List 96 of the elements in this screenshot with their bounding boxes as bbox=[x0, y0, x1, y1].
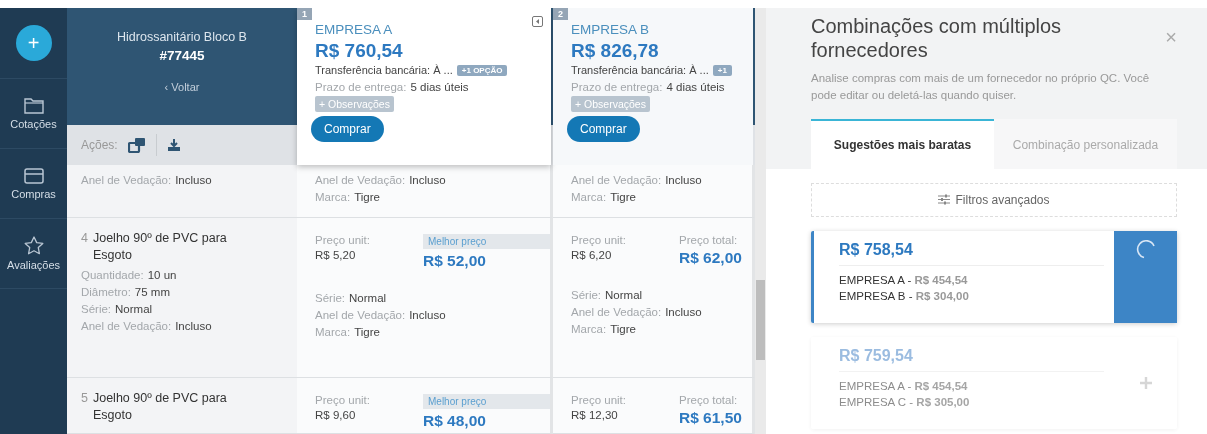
spec-value: Tigre bbox=[610, 323, 636, 335]
spec-value: Incluso bbox=[175, 319, 212, 332]
combination-card[interactable]: R$ 758,54 EMPRESA A - R$ 454,54 EMPRESA B - R$ 304,00 bbox=[811, 230, 1177, 323]
spec-value: Tigre bbox=[610, 191, 636, 203]
company-price: R$ 454,54 bbox=[914, 379, 968, 392]
total-price: R$ 52,00 bbox=[423, 252, 487, 270]
total-price: R$ 48,00 bbox=[423, 412, 487, 430]
spec-value: Normal bbox=[349, 292, 387, 304]
unit-price-label: Preço unit: bbox=[315, 394, 371, 406]
company-price: R$ 454,54 bbox=[914, 273, 968, 286]
spec-label: Marca: bbox=[571, 191, 607, 203]
star-icon bbox=[23, 236, 44, 255]
spec-value: Tigre bbox=[354, 191, 380, 203]
supplier-total: R$ 826,78 bbox=[571, 40, 660, 62]
item-number: 5 bbox=[81, 390, 88, 407]
add-button[interactable]: + bbox=[15, 25, 52, 61]
company-name: EMPRESA B - bbox=[839, 289, 913, 302]
scrollbar[interactable] bbox=[755, 8, 766, 434]
supplier-number: 1 bbox=[297, 8, 312, 20]
filter-button[interactable]: Filtros avançados bbox=[811, 182, 1177, 217]
spec-label: Série: bbox=[81, 302, 112, 315]
total-price: R$ 62,00 bbox=[679, 249, 743, 267]
delivery-label: Prazo de entrega: bbox=[571, 81, 663, 93]
spec-label: Quantidade: bbox=[81, 268, 144, 281]
supplier-number: 2 bbox=[553, 8, 568, 20]
item-name: Joelho 90º de PVC para Esgoto bbox=[92, 390, 228, 424]
copy-icon[interactable] bbox=[127, 137, 146, 153]
combination-card[interactable]: R$ 759,54 EMPRESA A - R$ 454,54 EMPRESA C - R$ 305,00 bbox=[811, 336, 1177, 429]
combination-total: R$ 759,54 bbox=[839, 346, 1104, 372]
combination-total: R$ 758,54 bbox=[839, 240, 1104, 266]
download-icon[interactable] bbox=[166, 138, 181, 152]
payment-method: Transferência bancária: À ... bbox=[571, 64, 709, 76]
company-name: EMPRESA A - bbox=[839, 273, 912, 286]
spec-value: 10 un bbox=[147, 268, 177, 281]
company-price: R$ 305,00 bbox=[916, 395, 970, 408]
spec-value: Incluso bbox=[665, 306, 702, 318]
card-icon bbox=[23, 167, 44, 184]
panel-title: Combinações com múltiplos fornecedores bbox=[811, 14, 1063, 62]
actions-label: Ações: bbox=[81, 138, 118, 152]
best-price-tag: Melhor preço bbox=[423, 234, 550, 249]
spec-label: Marca: bbox=[315, 326, 351, 338]
collapse-icon[interactable] bbox=[532, 16, 543, 27]
spec-label: Marca: bbox=[571, 323, 607, 335]
unit-price-label: Preço unit: bbox=[315, 234, 371, 246]
spec-value: Incluso bbox=[175, 174, 212, 186]
total-price-label: Preço total: bbox=[679, 394, 739, 406]
unit-price: R$ 9,60 bbox=[315, 409, 357, 421]
spec-label: Diâmetro: bbox=[81, 285, 131, 298]
delivery-value: 5 dias úteis bbox=[410, 81, 469, 93]
spec-label: Anel de Vedação: bbox=[571, 306, 662, 318]
option-tag[interactable]: +1 OPÇÃO bbox=[456, 64, 508, 76]
company-name: EMPRESA A - bbox=[839, 379, 912, 392]
spec-label: Anel de Vedação: bbox=[571, 174, 662, 186]
delivery-label: Prazo de entrega: bbox=[315, 81, 407, 93]
item-number: 4 bbox=[81, 230, 88, 247]
supplier-name: EMPRESA B bbox=[571, 22, 651, 37]
payment-method: Transferência bancária: À ... bbox=[315, 64, 453, 76]
unit-price: R$ 5,20 bbox=[315, 249, 357, 261]
folder-icon bbox=[23, 97, 44, 114]
unit-price: R$ 12,30 bbox=[571, 409, 619, 421]
spec-label: Série: bbox=[571, 289, 602, 301]
buy-button[interactable]: Comprar bbox=[311, 116, 384, 142]
buy-button[interactable]: Comprar bbox=[567, 116, 640, 142]
company-name: EMPRESA C - bbox=[839, 395, 914, 408]
unit-price-label: Preço unit: bbox=[571, 234, 627, 246]
spec-value: Incluso bbox=[665, 174, 702, 186]
spec-value: 75 mm bbox=[134, 285, 170, 298]
total-price-label: Preço total: bbox=[679, 234, 739, 246]
company-price: R$ 304,00 bbox=[915, 289, 969, 302]
spec-label: Marca: bbox=[315, 191, 351, 203]
spec-value: Normal bbox=[115, 302, 153, 315]
quote-number: #77445 bbox=[159, 48, 205, 63]
spec-value: Tigre bbox=[354, 326, 380, 338]
spec-label: Anel de Vedação: bbox=[315, 309, 406, 321]
item-name: Joelho 90º de PVC para Esgoto bbox=[92, 230, 228, 264]
spec-label: Anel de Vedação: bbox=[315, 174, 406, 186]
spec-value: Normal bbox=[605, 289, 643, 301]
best-price-tag: Melhor preço bbox=[423, 394, 550, 409]
unit-price-label: Preço unit: bbox=[571, 394, 627, 406]
tab[interactable]: Sugestões mais baratas bbox=[811, 118, 994, 169]
unit-price: R$ 6,20 bbox=[571, 249, 613, 261]
spec-label: Anel de Vedação: bbox=[81, 319, 172, 332]
total-price: R$ 61,50 bbox=[679, 409, 743, 427]
spec-value: Incluso bbox=[409, 309, 446, 321]
spec-label: Série: bbox=[315, 292, 346, 304]
supplier-name: EMPRESA A bbox=[315, 22, 394, 37]
option-tag[interactable]: +1 bbox=[712, 64, 732, 76]
quote-title: Hidrossanitário Bloco B bbox=[117, 30, 247, 44]
delivery-value: 4 dias úteis bbox=[666, 81, 725, 93]
back-link[interactable]: ‹ Voltar bbox=[164, 81, 200, 93]
sliders-icon bbox=[938, 194, 951, 205]
supplier-total: R$ 760,54 bbox=[315, 40, 404, 62]
panel-description: Analise compras com mais de um fornecedor no próprio QC. Você pode editar ou deletá-las quando quiser. bbox=[811, 71, 1151, 104]
spec-value: Incluso bbox=[409, 174, 446, 186]
spec-label: Anel de Vedação: bbox=[81, 174, 172, 186]
spinner-icon bbox=[1135, 238, 1156, 259]
